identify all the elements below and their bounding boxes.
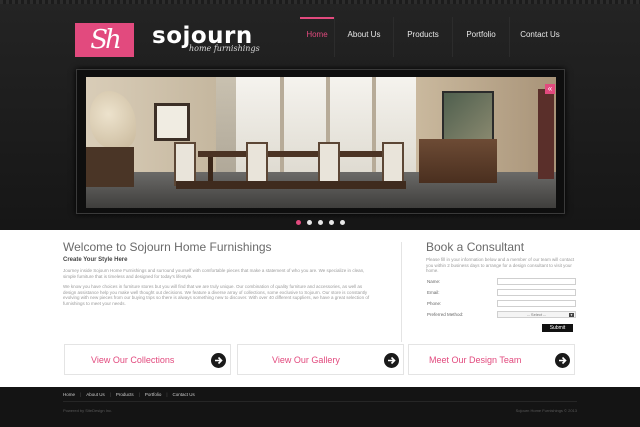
phone-row: Phone: [427, 300, 577, 308]
method-select[interactable]: -- Select -- ▼ [497, 311, 576, 318]
footer-nav: Home | About Us | Products | Portfolio | Con… [63, 392, 195, 397]
dining-room-photo: « [86, 77, 556, 208]
nav-contact-us[interactable]: Contact Us [510, 17, 570, 57]
footer-link-about-us[interactable]: About Us [86, 392, 105, 397]
email-row: Email: [427, 289, 577, 297]
slider-dot[interactable] [318, 220, 323, 225]
consult-description: Please fill in your information below an… [426, 257, 575, 273]
nav-about-us[interactable]: About Us [335, 17, 393, 57]
nav-products[interactable]: Products [394, 17, 452, 57]
main-content: Welcome to Sojourn Home Furnishings Crea… [0, 230, 640, 387]
welcome-body: Journey inside Sojourn Home Furnishings … [63, 268, 375, 312]
slider-dots [296, 220, 345, 225]
arrow-right-icon [384, 353, 399, 368]
column-divider [401, 242, 402, 342]
brand-tagline: home furnishings [189, 44, 260, 53]
name-label: Name: [427, 279, 441, 284]
phone-label: Phone: [427, 301, 442, 306]
name-row: Name: [427, 278, 577, 286]
welcome-title: Welcome to Sojourn Home Furnishings [63, 240, 272, 254]
monogram-text: Sh [90, 25, 122, 55]
name-field[interactable] [497, 278, 576, 285]
footer-link-portfolio[interactable]: Portfolio [145, 392, 162, 397]
footer-divider [63, 401, 577, 402]
consult-title: Book a Consultant [426, 240, 525, 254]
slider-dot[interactable] [296, 220, 301, 225]
logo-monogram[interactable]: Sh [75, 23, 134, 57]
cta-label: Meet Our Design Team [429, 355, 522, 365]
footer-copyright: Sojourn Home Furnishings © 2013 [515, 408, 577, 413]
method-select-value: -- Select -- [527, 312, 546, 317]
welcome-subtitle: Create Your Style Here [63, 257, 128, 263]
cta-gallery[interactable]: View Our Gallery [237, 344, 404, 375]
cta-collections[interactable]: View Our Collections [64, 344, 231, 375]
cta-design-team[interactable]: Meet Our Design Team [408, 344, 575, 375]
chevron-down-icon: ▼ [569, 313, 574, 317]
header-area: Sh sojourn home furnishings Home About U… [0, 0, 640, 230]
arrow-right-icon [555, 353, 570, 368]
cta-label: View Our Collections [91, 355, 175, 365]
slider-dot[interactable] [329, 220, 334, 225]
slider-dot[interactable] [340, 220, 345, 225]
email-label: Email: [427, 290, 440, 295]
nav-portfolio[interactable]: Portfolio [453, 17, 509, 57]
method-row: Preferred Method: -- Select -- ▼ [427, 311, 577, 319]
collapse-icon[interactable]: « [545, 84, 555, 94]
footer: Home | About Us | Products | Portfolio | Con… [0, 387, 640, 427]
footer-credit: Powered by SiteDesign Inc. [63, 408, 113, 413]
hero-slider[interactable]: « [76, 69, 565, 214]
submit-button[interactable]: Submit [542, 324, 573, 332]
footer-link-home[interactable]: Home [63, 392, 75, 397]
welcome-paragraph: Journey inside Sojourn Home Furnishings … [63, 268, 365, 279]
method-label: Preferred Method: [427, 312, 464, 317]
email-field[interactable] [497, 289, 576, 296]
slider-dot[interactable] [307, 220, 312, 225]
phone-field[interactable] [497, 300, 576, 307]
welcome-paragraph: We know you have choices in furniture st… [63, 284, 370, 306]
nav-home[interactable]: Home [300, 17, 334, 57]
main-nav: Home About Us Products Portfolio Contact… [300, 17, 570, 57]
footer-link-contact-us[interactable]: Contact Us [173, 392, 195, 397]
footer-link-products[interactable]: Products [116, 392, 134, 397]
cta-label: View Our Gallery [272, 355, 340, 365]
arrow-right-icon [211, 353, 226, 368]
